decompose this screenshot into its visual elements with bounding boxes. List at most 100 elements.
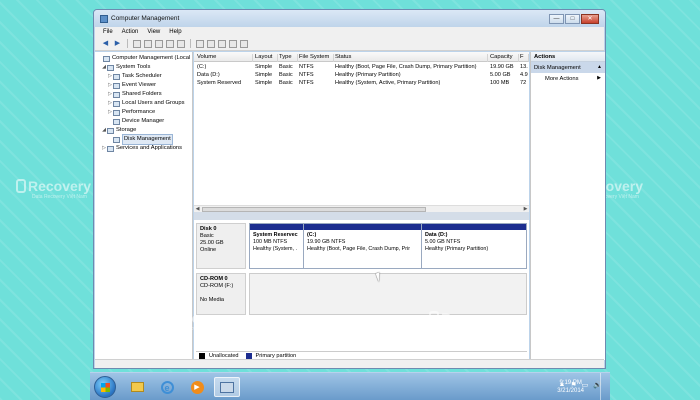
taskbar-computer-management[interactable] — [214, 377, 240, 397]
partition-name: Data (D:) — [425, 232, 448, 238]
internet-explorer-icon: e — [160, 380, 174, 394]
cdrom-0-row[interactable]: CD-ROM 0 CD-ROM (F:) No Media — [196, 273, 527, 315]
type-cell: Basic — [279, 80, 293, 86]
partition-size: 19.90 GB NTFS — [307, 239, 346, 245]
toolbar-separator — [190, 39, 191, 48]
disk-icon[interactable] — [229, 39, 237, 48]
free-space-cell: 13. — [520, 64, 528, 70]
menu-view[interactable]: View — [147, 29, 160, 35]
taskbar-explorer[interactable] — [124, 377, 150, 397]
cdrom-0-media-area[interactable] — [249, 273, 527, 315]
title-bar[interactable]: Computer Management — □ ✕ — [94, 10, 605, 27]
column-header-free-space[interactable]: F — [520, 54, 529, 62]
taskbar-internet-explorer[interactable]: e — [154, 377, 180, 397]
minimize-button[interactable]: — — [549, 14, 564, 24]
search-icon[interactable] — [240, 39, 248, 48]
layout-cell: Simple — [255, 80, 273, 86]
tree-item-label: Computer Management (Local — [112, 55, 191, 61]
tree-item-label: Shared Folders — [122, 91, 162, 97]
forward-arrow-icon[interactable]: ▶ — [113, 39, 122, 48]
disk-0-row[interactable]: Disk 0 Basic 25.00 GB Online System Rese… — [196, 223, 527, 269]
back-arrow-icon[interactable]: ◀ — [101, 39, 110, 48]
maximize-button[interactable]: □ — [565, 14, 580, 24]
menu-file[interactable]: File — [103, 29, 113, 35]
column-header-type[interactable]: Type — [279, 54, 298, 62]
clock-date: 3/21/2014 — [557, 388, 584, 394]
close-button[interactable]: ✕ — [581, 14, 599, 24]
tree-item-local-users[interactable]: ▷ Local Users and Groups — [95, 99, 192, 108]
status-cell: Healthy (Boot, Page File, Crash Dump, Pr… — [335, 64, 477, 70]
show-hide-tree-icon[interactable] — [144, 39, 152, 48]
collapse-caret-icon[interactable]: ▲ — [597, 64, 602, 70]
tree-item-event-viewer[interactable]: ▷ Event Viewer — [95, 81, 192, 90]
partition-system-reserved[interactable]: System Reservec 100 MB NTFS Healthy (Sys… — [250, 224, 304, 268]
pane-splitter[interactable] — [194, 212, 529, 220]
refresh-icon[interactable] — [196, 39, 204, 48]
check-icon[interactable] — [218, 39, 226, 48]
cdrom-name: CD-ROM 0 — [200, 276, 228, 282]
tree-item-services-and-applications[interactable]: ▷ Services and Applications — [95, 144, 192, 153]
tree-item-label: Device Manager — [122, 118, 165, 124]
column-header-capacity[interactable]: Capacity — [490, 54, 519, 62]
show-desktop-button[interactable] — [600, 373, 610, 400]
computer-management-icon — [220, 381, 234, 393]
more-actions-item[interactable]: More Actions ▶ — [531, 73, 605, 84]
tree-item-label: Local Users and Groups — [122, 100, 185, 106]
column-header-volume[interactable]: Volume — [197, 54, 253, 62]
tree-item-label: Services and Applications — [116, 145, 183, 151]
disk-type: Basic — [200, 233, 214, 239]
properties-icon[interactable] — [177, 39, 185, 48]
capacity-cell: 5.00 GB — [490, 72, 511, 78]
capacity-cell: 19.90 GB — [490, 64, 514, 70]
cdrom-0-label[interactable]: CD-ROM 0 CD-ROM (F:) No Media — [196, 273, 246, 315]
up-folder-icon[interactable] — [133, 39, 141, 48]
tree-item-performance[interactable]: ▷ Performance — [95, 108, 192, 117]
window-title: Computer Management — [111, 15, 180, 22]
tree-item-system-tools[interactable]: ◢ System Tools — [95, 63, 192, 72]
partition-status: Healthy (Primary Partition) — [425, 246, 489, 252]
computer-icon — [103, 55, 110, 62]
horizontal-scrollbar[interactable]: ◀ ▶ — [194, 205, 529, 212]
volume-cell: Data (D:) — [197, 72, 220, 78]
taskbar-media-player[interactable]: ▶ — [184, 377, 210, 397]
column-header-file-system[interactable]: File System — [299, 54, 334, 62]
partition-name: (C:) — [307, 232, 317, 238]
help-icon[interactable] — [166, 39, 174, 48]
partition-d[interactable]: Data (D:) 5.00 GB NTFS Healthy (Primary … — [422, 224, 526, 268]
menu-action[interactable]: Action — [122, 29, 139, 35]
tree-item-disk-management[interactable]: Disk Management — [95, 134, 192, 145]
computer-management-icon — [100, 15, 108, 23]
partition-c[interactable]: (C:) 19.90 GB NTFS Healthy (Boot, Page F… — [304, 224, 422, 268]
tree-item-computer-management[interactable]: Computer Management (Local — [95, 54, 192, 63]
table-row[interactable]: Data (D:) Simple Basic NTFS Healthy (Pri… — [194, 71, 529, 79]
clock[interactable]: 9:19 PM 3/21/2014 — [557, 379, 584, 395]
folder-icon — [130, 382, 144, 392]
table-row[interactable]: (C:) Simple Basic NTFS Healthy (Boot, Pa… — [194, 63, 529, 71]
table-row[interactable]: System Reserved Simple Basic NTFS Health… — [194, 79, 529, 87]
actions-section-disk-management[interactable]: Disk Management ▲ — [531, 62, 605, 73]
column-header-status[interactable]: Status — [335, 54, 488, 62]
clock-time: 9:19 PM — [559, 380, 582, 386]
partition-name: System Reservec — [253, 232, 298, 238]
export-icon[interactable] — [207, 39, 215, 48]
partition-status: Healthy (Boot, Page File, Crash Dump, Pr… — [307, 246, 411, 252]
tools-icon — [107, 64, 114, 71]
actions-header: Actions — [531, 52, 605, 62]
disk-0-label[interactable]: Disk 0 Basic 25.00 GB Online — [196, 223, 246, 269]
disk-management-pane: Volume Layout Type File System Status Ca… — [194, 52, 529, 360]
menu-help[interactable]: Help — [169, 29, 181, 35]
event-log-icon — [113, 82, 120, 89]
console-tree-icon[interactable] — [155, 39, 163, 48]
file-system-cell: NTFS — [299, 80, 314, 86]
tree-item-task-scheduler[interactable]: ▷ Task Scheduler — [95, 72, 192, 81]
performance-icon — [113, 109, 120, 116]
tree-item-device-manager[interactable]: Device Manager — [95, 117, 192, 126]
actions-pane: Actions Disk Management ▲ More Actions ▶ — [530, 52, 605, 360]
column-header-layout[interactable]: Layout — [255, 54, 278, 62]
partition-size: 5.00 GB NTFS — [425, 239, 461, 245]
type-cell: Basic — [279, 72, 293, 78]
start-button[interactable] — [94, 376, 116, 398]
tree-item-label: Task Scheduler — [122, 73, 162, 79]
layout-cell: Simple — [255, 72, 273, 78]
tree-item-shared-folders[interactable]: ▷ Shared Folders — [95, 90, 192, 99]
